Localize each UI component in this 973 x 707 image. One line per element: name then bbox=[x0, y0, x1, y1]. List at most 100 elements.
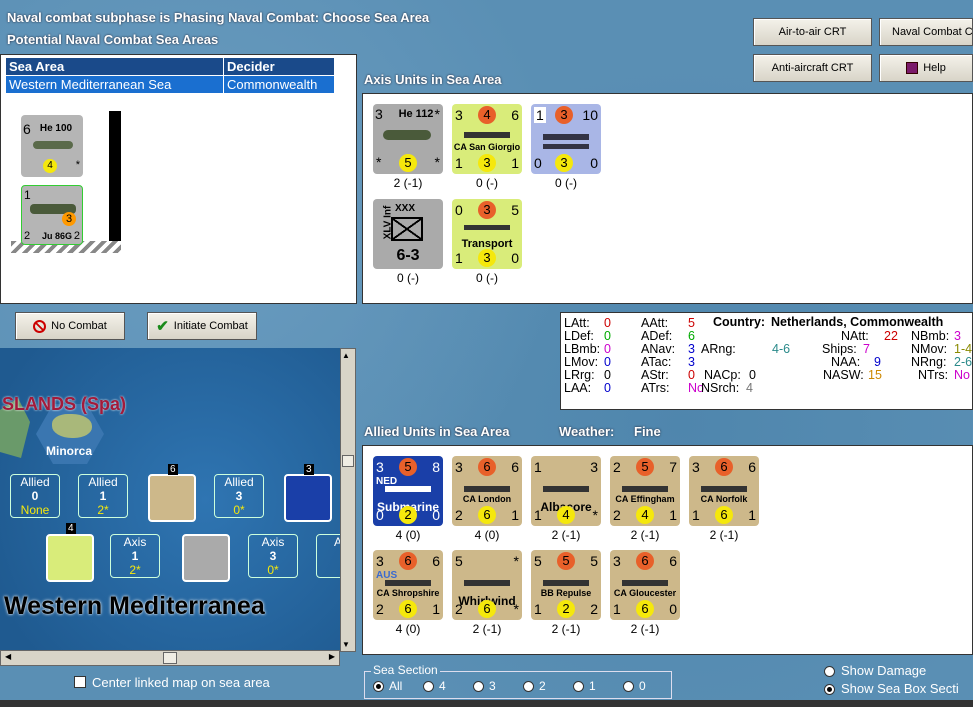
allied-counter[interactable]: 5*Whirlwind26* bbox=[452, 550, 522, 620]
cell-decider[interactable]: Commonwealth bbox=[223, 75, 335, 94]
sea-box[interactable]: Ax bbox=[316, 534, 342, 578]
stat-tc: 3 bbox=[555, 106, 573, 124]
plane-icon bbox=[543, 486, 589, 492]
stat-tc: 5 bbox=[557, 552, 575, 570]
sea-box-num: 1 bbox=[131, 549, 139, 563]
stat-label: ADef: bbox=[641, 329, 673, 343]
scroll-right-icon[interactable]: ▶ bbox=[329, 652, 335, 661]
no-combat-button[interactable]: No Combat bbox=[15, 312, 125, 340]
allied-counter[interactable]: 13Albacore14* bbox=[531, 456, 601, 526]
sea-area-panel: Sea Area Decider Western Mediterranean Se… bbox=[0, 54, 357, 304]
cell-sea-area[interactable]: Western Mediterranean Sea bbox=[5, 75, 224, 94]
stat-tc: 6 bbox=[715, 458, 733, 476]
unit-caption: 4 (0) bbox=[395, 528, 421, 542]
unit-name: CA San Giorgio bbox=[453, 142, 521, 152]
unit-name: CA Gloucester bbox=[613, 588, 677, 598]
axis-counter-ca-san-giorgio[interactable]: 3 4 6 CA San Giorgio 1 3 1 bbox=[452, 104, 522, 174]
scroll-up-icon[interactable]: ▲ bbox=[342, 351, 350, 360]
axis-counter-transport[interactable]: 0 3 5 Transport 1 3 0 bbox=[452, 199, 522, 269]
sea-box[interactable]: Axis 1 2* bbox=[110, 534, 160, 578]
axis-counter-fleet[interactable]: 1 3 10 0 3 0 bbox=[531, 104, 601, 174]
initiate-combat-button[interactable]: ✔ Initiate Combat bbox=[147, 312, 257, 340]
allied-counter[interactable]: 358NEDSubmarine020 bbox=[373, 456, 443, 526]
sea-section-radio[interactable] bbox=[473, 681, 484, 692]
axis-counter-xlv-inf[interactable]: XXX XLV Inf 6-3 bbox=[373, 199, 443, 269]
unit-caption: 2 (-1) bbox=[472, 622, 502, 636]
stat-label: ARng: bbox=[701, 342, 736, 356]
vertical-scroll-thumb[interactable] bbox=[342, 455, 354, 467]
sea-box[interactable]: Allied 0 None bbox=[10, 474, 60, 518]
stat-value: 0 bbox=[604, 342, 611, 356]
mini-counter-ju86g[interactable]: 1 3 2 Ju 86G 2 bbox=[21, 185, 83, 245]
sea-box-side: Axis bbox=[261, 535, 285, 549]
stat-label: NAtt: bbox=[841, 329, 869, 343]
horizontal-scroll-thumb[interactable] bbox=[163, 652, 177, 664]
table-row[interactable]: Western Mediterranean Sea Commonwealth bbox=[5, 75, 335, 94]
stat-br: * bbox=[513, 601, 519, 617]
show-damage-radio[interactable] bbox=[824, 666, 835, 677]
air-to-air-crt-button[interactable]: Air-to-air CRT bbox=[753, 18, 872, 46]
map-horizontal-scrollbar[interactable]: ◀ ▶ bbox=[0, 650, 340, 666]
stat-label: LBmb: bbox=[564, 342, 601, 356]
sea-section-option-label: 0 bbox=[639, 679, 646, 693]
axis-counter-he112[interactable]: 3 He 112 * * 5 * bbox=[373, 104, 443, 174]
unit-caption: 2 (-1) bbox=[551, 622, 581, 636]
map-counter-ca-norfolk[interactable] bbox=[148, 474, 196, 522]
sea-section-radio[interactable] bbox=[573, 681, 584, 692]
linked-map[interactable]: SLANDS (Spa) Minorca Allied 0 None Allied 1 2… bbox=[0, 348, 342, 652]
help-button[interactable]: Help bbox=[879, 54, 973, 82]
allied-counter[interactable]: 3 6 6 CA Gloucester 1 6 0 bbox=[610, 550, 680, 620]
stat-tc: 6 bbox=[399, 552, 417, 570]
sea-section-radio[interactable] bbox=[373, 681, 384, 692]
stat-value: 5 bbox=[688, 316, 695, 330]
stat-tl: 1 bbox=[534, 459, 542, 475]
center-map-checkbox[interactable] bbox=[74, 676, 86, 688]
map-counter-submarine[interactable] bbox=[284, 474, 332, 522]
ship-icon bbox=[464, 132, 510, 138]
sea-section-radio[interactable] bbox=[623, 681, 634, 692]
sea-section-radio[interactable] bbox=[523, 681, 534, 692]
sea-box[interactable]: Allied 3 0* bbox=[214, 474, 264, 518]
stat-bl: 1 bbox=[455, 155, 463, 171]
sea-section-radio[interactable] bbox=[423, 681, 434, 692]
stat-br: * bbox=[592, 507, 598, 523]
ship-icon bbox=[543, 580, 589, 586]
show-sea-box-radio[interactable] bbox=[824, 684, 835, 695]
map-counter-he112[interactable] bbox=[182, 534, 230, 582]
stat-br: 1 bbox=[748, 507, 756, 523]
stat-tr: 3 bbox=[590, 459, 598, 475]
sea-section-group: Sea Section All 4 3 2 1 0 bbox=[364, 663, 672, 699]
stat-value: 4-6 bbox=[772, 342, 791, 356]
sea-box[interactable]: Axis 3 0* bbox=[248, 534, 298, 578]
stat-tl: 3 bbox=[455, 107, 463, 123]
allied-counter[interactable]: 3 6 6 CA London 2 6 1 bbox=[452, 456, 522, 526]
stat-value: 0 bbox=[604, 355, 611, 369]
ship-icon bbox=[622, 486, 668, 492]
mini-counter-he100[interactable]: 6 He 100 4 * bbox=[21, 115, 83, 177]
map-vertical-scrollbar[interactable]: ▲ ▼ bbox=[340, 348, 356, 652]
stat-value: 0 bbox=[604, 381, 611, 395]
map-counter-ca-san-giorgio[interactable] bbox=[46, 534, 94, 582]
allied-counter[interactable]: 5 5 5 BB Repulse 1 2 2 bbox=[531, 550, 601, 620]
sea-section-option-label: 1 bbox=[589, 679, 596, 693]
scroll-down-icon[interactable]: ▼ bbox=[342, 640, 350, 649]
naval-combat-chart-button[interactable]: Naval Combat Ch bbox=[879, 18, 973, 46]
scroll-left-icon[interactable]: ◀ bbox=[5, 652, 11, 661]
stack-count-badge: 3 bbox=[304, 464, 314, 475]
stat-value: 9 bbox=[874, 355, 881, 369]
stat-bl: 2 bbox=[613, 507, 621, 523]
allied-counter[interactable]: 3 6 6 CA Norfolk 1 6 1 bbox=[689, 456, 759, 526]
sea-box-side: Allied bbox=[20, 475, 50, 489]
allied-counter[interactable]: 3 6 6 AUS CA Shropshire 2 6 1 bbox=[373, 550, 443, 620]
show-damage-label: Show Damage bbox=[841, 663, 927, 678]
stat-tl: 3 bbox=[455, 459, 463, 475]
sea-box-side: Axis bbox=[123, 535, 147, 549]
anti-aircraft-crt-button[interactable]: Anti-aircraft CRT bbox=[753, 54, 872, 82]
axis-units-title: Axis Units in Sea Area bbox=[364, 72, 502, 87]
sea-box[interactable]: Allied 1 2* bbox=[78, 474, 128, 518]
unit-caption: 2 (-1) bbox=[630, 622, 660, 636]
stat-tc: 5 bbox=[636, 458, 654, 476]
sea-box-side: Ax bbox=[333, 535, 342, 549]
allied-counter[interactable]: 2 5 7 CA Effingham 2 4 1 bbox=[610, 456, 680, 526]
stat-bc: 2 bbox=[557, 600, 575, 618]
